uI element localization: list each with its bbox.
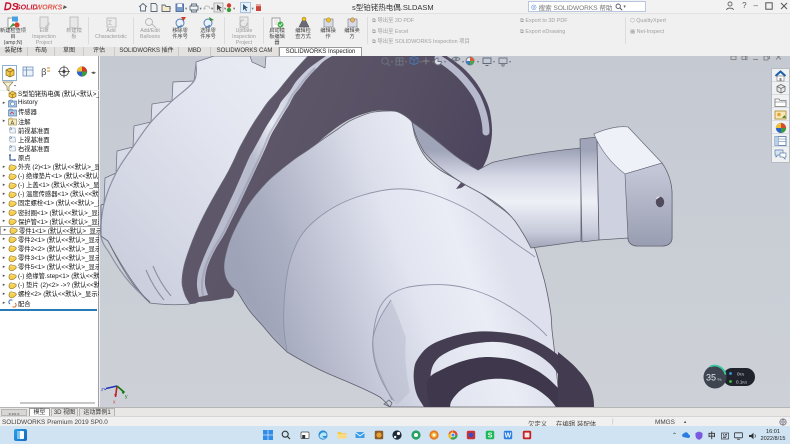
svg-text:%: % <box>718 377 722 382</box>
svg-text:▾: ▾ <box>444 59 446 64</box>
svg-text:▾: ▾ <box>432 59 434 64</box>
svg-text:▾: ▾ <box>185 6 188 11</box>
svg-text:▾: ▾ <box>493 59 495 64</box>
svg-text:▾: ▾ <box>509 59 511 64</box>
svg-text:Σ: Σ <box>108 20 113 27</box>
svg-text:▾: ▾ <box>477 59 479 64</box>
svg-text:▾: ▾ <box>462 59 464 64</box>
svg-text:▾: ▾ <box>200 6 203 11</box>
svg-text:▾: ▾ <box>391 59 393 64</box>
svg-text:▾: ▾ <box>169 6 172 11</box>
svg-text:S: S <box>487 432 492 439</box>
svg-text:▾: ▾ <box>224 6 227 11</box>
svg-text:▾: ▾ <box>252 6 255 11</box>
svg-text:▾: ▾ <box>405 59 407 64</box>
svg-text:0.1K/s: 0.1K/s <box>736 380 747 385</box>
svg-text:▸: ▸ <box>62 4 68 11</box>
svg-text:z: z <box>101 387 104 393</box>
svg-text:SOLID: SOLID <box>16 5 37 12</box>
svg-text:▾: ▾ <box>233 6 236 11</box>
svg-text:W: W <box>505 432 512 439</box>
svg-text:x: x <box>113 400 116 406</box>
svg-text:y: y <box>125 394 128 400</box>
svg-text:35: 35 <box>706 373 716 383</box>
svg-text:▾: ▾ <box>420 59 422 64</box>
svg-text:WORKS: WORKS <box>36 5 63 12</box>
svg-text:0K/s: 0K/s <box>737 372 745 377</box>
